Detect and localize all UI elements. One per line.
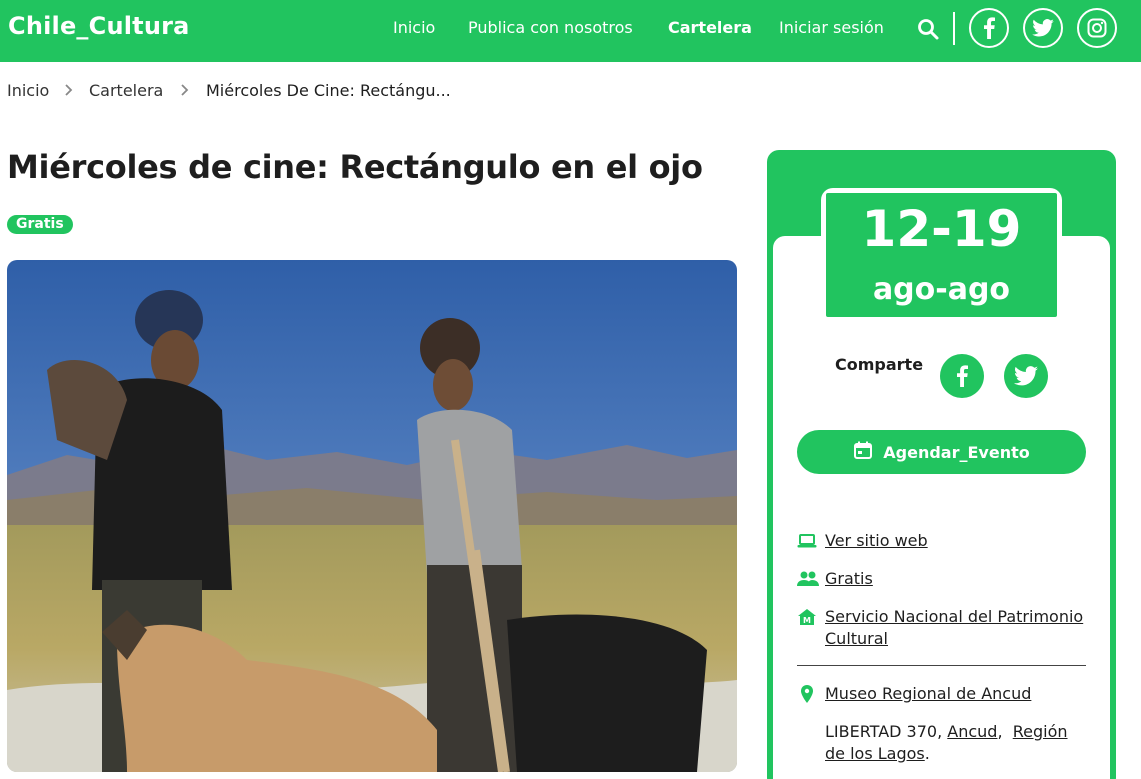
breadcrumb-current: Miércoles De Cine: Rectángu...	[206, 81, 451, 100]
nav-publica[interactable]: Publica con nosotros	[468, 18, 633, 37]
venue-row: Museo Regional de Ancud	[797, 683, 1031, 705]
price-link[interactable]: Gratis	[825, 568, 873, 590]
nav-cartelera[interactable]: Cartelera	[668, 18, 752, 37]
sidebar-divider	[797, 665, 1086, 666]
address: LIBERTAD 370, Ancud, Región de los Lagos…	[825, 722, 1068, 763]
share-facebook-button[interactable]	[940, 354, 984, 398]
breadcrumb-cartelera[interactable]: Cartelera	[89, 81, 163, 100]
laptop-icon	[797, 531, 817, 551]
search-icon[interactable]	[916, 17, 940, 41]
chevron-right-icon	[179, 82, 191, 98]
twitter-icon[interactable]	[1023, 8, 1063, 48]
svg-text:M: M	[803, 616, 811, 625]
people-icon	[797, 569, 819, 589]
calendar-icon	[853, 440, 873, 464]
top-nav-bar: Chile_Cultura Inicio Publica con nosotro…	[0, 0, 1141, 62]
date-days: 12-19	[861, 200, 1022, 258]
agendar-evento-button[interactable]: Agendar_Evento	[797, 430, 1086, 474]
price-row: Gratis	[797, 568, 873, 590]
page-title: Miércoles de cine: Rectángulo en el ojo	[7, 148, 703, 186]
price-badge: Gratis	[7, 215, 73, 234]
map-pin-icon	[797, 684, 817, 704]
city-link[interactable]: Ancud	[947, 722, 997, 741]
nav-iniciar-sesion[interactable]: Iniciar sesión	[779, 18, 884, 37]
address-street: LIBERTAD 370,	[825, 722, 943, 741]
date-months: ago-ago	[872, 272, 1011, 307]
website-row: Ver sitio web	[797, 530, 928, 552]
event-image	[7, 260, 737, 772]
venue-link[interactable]: Museo Regional de Ancud	[825, 683, 1031, 705]
museum-icon: M	[797, 607, 817, 627]
instagram-icon[interactable]	[1077, 8, 1117, 48]
site-logo[interactable]: Chile_Cultura	[8, 12, 190, 40]
nav-inicio[interactable]: Inicio	[393, 18, 435, 37]
organizer-link[interactable]: Servicio Nacional del Patrimonio Cultura…	[825, 606, 1087, 650]
breadcrumb-inicio[interactable]: Inicio	[7, 81, 49, 100]
share-twitter-button[interactable]	[1004, 354, 1048, 398]
organizer-row: M Servicio Nacional del Patrimonio Cultu…	[797, 606, 1087, 650]
chevron-right-icon	[63, 82, 75, 98]
website-link[interactable]: Ver sitio web	[825, 530, 928, 552]
header-divider	[953, 12, 955, 45]
agendar-evento-label: Agendar_Evento	[883, 442, 1030, 462]
facebook-icon[interactable]	[969, 8, 1009, 48]
share-label: Comparte	[835, 355, 924, 374]
